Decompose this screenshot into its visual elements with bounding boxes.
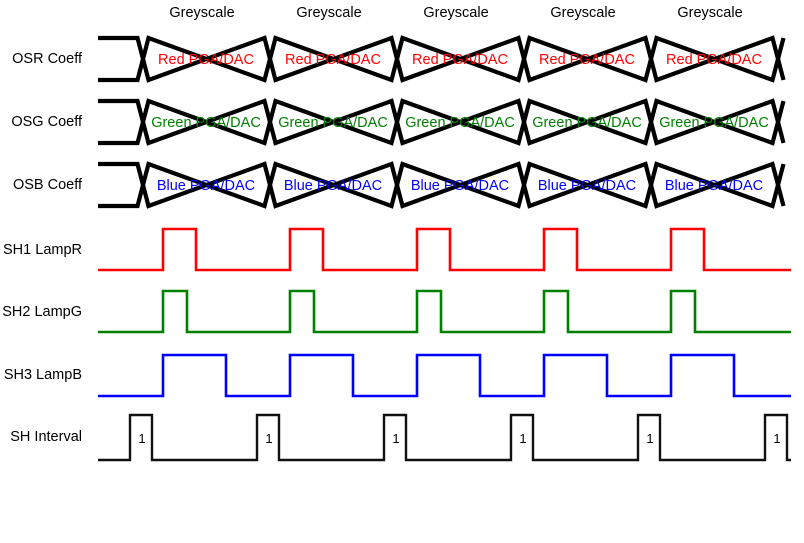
pulse-label-sh-interval-5: 1 xyxy=(646,431,653,446)
waveforms-group xyxy=(98,227,791,462)
bus-cell-osr-coeff-4: Red PGA/DAC xyxy=(539,52,635,68)
column-header-greyscale-3: Greyscale xyxy=(423,5,488,21)
row-labels-group: OSR Coeff OSG Coeff OSB Coeff SH1 LampR SH2 … xyxy=(2,51,83,445)
bus-cell-osb-coeff-3: Blue PGA/DAC xyxy=(411,178,509,194)
row-label-sh3-lampb: SH3 LampB xyxy=(4,367,82,383)
waveform-sh3-lampb xyxy=(98,353,791,398)
column-header-greyscale-2: Greyscale xyxy=(296,5,361,21)
waveform-sh2-lampg xyxy=(98,289,791,334)
bus-cell-osg-coeff-1: Green PGA/DAC xyxy=(151,115,261,131)
pulse-label-sh-interval-3: 1 xyxy=(392,431,399,446)
row-label-sh-interval: SH Interval xyxy=(10,429,82,445)
bus-cell-osr-coeff-3: Red PGA/DAC xyxy=(412,52,508,68)
pulse-label-sh-interval-2: 1 xyxy=(265,431,272,446)
row-label-osb-coeff: OSB Coeff xyxy=(13,177,83,193)
row-label-sh2-lampg: SH2 LampG xyxy=(2,304,82,320)
bus-cell-osr-coeff-5: Red PGA/DAC xyxy=(666,52,762,68)
bus-cell-osr-coeff-2: Red PGA/DAC xyxy=(285,52,381,68)
column-header-greyscale-1: Greyscale xyxy=(169,5,234,21)
pulse-labels-group: 1 1 1 1 1 1 xyxy=(138,431,780,446)
row-label-sh1-lampr: SH1 LampR xyxy=(3,242,82,258)
column-headers-group: Greyscale Greyscale Greyscale Greyscale Grey… xyxy=(169,5,742,21)
column-header-greyscale-4: Greyscale xyxy=(550,5,615,21)
column-header-greyscale-5: Greyscale xyxy=(677,5,742,21)
pulse-label-sh-interval-1: 1 xyxy=(138,431,145,446)
bus-cell-osb-coeff-2: Blue PGA/DAC xyxy=(284,178,382,194)
row-label-osr-coeff: OSR Coeff xyxy=(12,51,83,67)
timing-diagram-canvas: Greyscale Greyscale Greyscale Greyscale Grey… xyxy=(2,5,791,462)
pulse-label-sh-interval-6: 1 xyxy=(773,431,780,446)
bus-cell-osg-coeff-4: Green PGA/DAC xyxy=(532,115,642,131)
bus-cell-osg-coeff-5: Green PGA/DAC xyxy=(659,115,769,131)
bus-cell-osb-coeff-4: Blue PGA/DAC xyxy=(538,178,636,194)
pulse-label-sh-interval-4: 1 xyxy=(519,431,526,446)
bus-cell-osg-coeff-3: Green PGA/DAC xyxy=(405,115,515,131)
bus-cell-osg-coeff-2: Green PGA/DAC xyxy=(278,115,388,131)
waveform-sh1-lampr xyxy=(98,227,791,272)
bus-cell-osb-coeff-5: Blue PGA/DAC xyxy=(665,178,763,194)
bus-cell-osr-coeff-1: Red PGA/DAC xyxy=(158,52,254,68)
bus-cell-osb-coeff-1: Blue PGA/DAC xyxy=(157,178,255,194)
row-label-osg-coeff: OSG Coeff xyxy=(11,114,83,130)
waveform-sh-interval xyxy=(98,413,791,462)
timing-diagram: Greyscale Greyscale Greyscale Greyscale Grey… xyxy=(0,0,804,543)
